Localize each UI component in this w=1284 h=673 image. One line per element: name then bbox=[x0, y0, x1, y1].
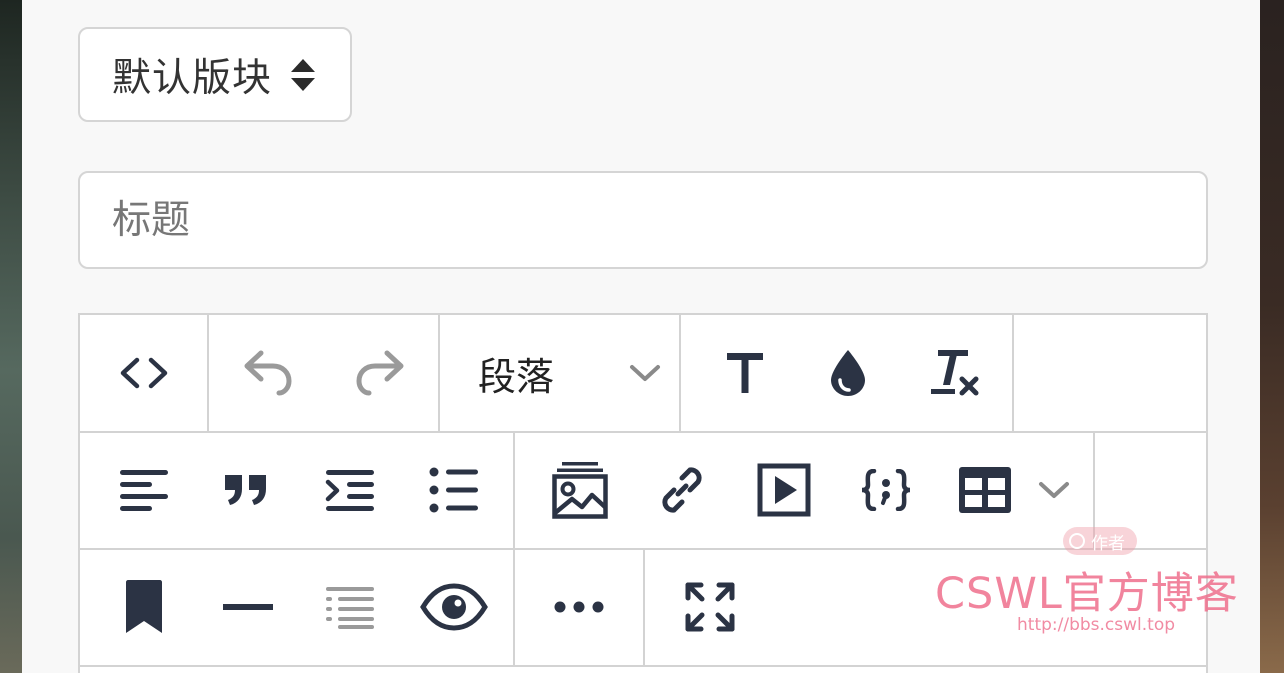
toolbar-group-more bbox=[515, 549, 645, 665]
block-select-label: 默认版块 bbox=[112, 55, 273, 101]
editor-panel: 默认版块 标题 段落 bbox=[22, 0, 1260, 673]
indent-button[interactable] bbox=[294, 432, 406, 548]
horizontal-rule-button[interactable] bbox=[192, 549, 304, 665]
paragraph-dropdown-label: 段落 bbox=[478, 354, 555, 399]
insert-table-button[interactable] bbox=[935, 432, 1035, 548]
clear-format-icon bbox=[928, 347, 980, 399]
paragraph-dropdown[interactable]: 段落 bbox=[440, 315, 681, 431]
redo-button[interactable] bbox=[319, 315, 439, 431]
source-code-button[interactable] bbox=[80, 315, 207, 431]
blockquote-button[interactable] bbox=[190, 432, 302, 548]
insert-image-button[interactable] bbox=[525, 432, 635, 548]
indent-icon bbox=[325, 468, 375, 512]
braces-icon bbox=[860, 469, 912, 511]
align-left-icon bbox=[119, 468, 169, 512]
undo-icon bbox=[243, 347, 295, 399]
toolbar-group-history bbox=[209, 315, 440, 431]
paragraph-dropdown-chevron[interactable] bbox=[610, 315, 680, 431]
chevron-down-icon bbox=[1038, 480, 1070, 500]
insert-video-button[interactable] bbox=[729, 432, 839, 548]
block-select[interactable]: 默认版块 bbox=[78, 27, 352, 122]
insert-code-button[interactable] bbox=[831, 432, 941, 548]
minus-icon bbox=[223, 602, 273, 612]
table-dropdown-button[interactable] bbox=[1023, 432, 1085, 548]
text-color-button[interactable] bbox=[789, 315, 907, 431]
image-icon bbox=[552, 461, 608, 519]
more-button[interactable] bbox=[515, 549, 643, 665]
ellipsis-icon bbox=[554, 601, 604, 613]
bookmark-button[interactable] bbox=[88, 549, 200, 665]
preview-button[interactable] bbox=[398, 549, 510, 665]
expand-icon bbox=[685, 582, 735, 632]
redo-icon bbox=[353, 347, 405, 399]
align-button[interactable] bbox=[88, 432, 200, 548]
toolbar-group-text-style bbox=[681, 315, 1014, 431]
toc-button[interactable] bbox=[294, 549, 406, 665]
color-drop-icon bbox=[828, 348, 868, 398]
table-icon bbox=[957, 465, 1013, 515]
title-input[interactable] bbox=[78, 171, 1208, 269]
chevron-down-icon bbox=[629, 363, 661, 383]
code-icon bbox=[119, 356, 169, 390]
toolbar-group-block-format bbox=[80, 432, 515, 548]
bookmark-icon bbox=[124, 579, 164, 635]
list-icon bbox=[429, 467, 479, 513]
toolbar-group-code bbox=[80, 315, 209, 431]
toolbar-row-2 bbox=[80, 432, 1206, 550]
clear-format-button[interactable] bbox=[895, 315, 1013, 431]
bullet-list-button[interactable] bbox=[398, 432, 510, 548]
toolbar-group-insert bbox=[515, 432, 1095, 548]
eye-icon bbox=[420, 583, 488, 631]
quote-icon bbox=[223, 473, 269, 507]
text-icon bbox=[725, 351, 765, 395]
toolbar-row-3 bbox=[80, 549, 1206, 667]
background-right bbox=[1260, 0, 1284, 673]
fullscreen-button[interactable] bbox=[645, 549, 775, 665]
toolbar-group-misc bbox=[80, 549, 515, 665]
link-icon bbox=[654, 462, 710, 518]
sort-arrows-icon bbox=[290, 58, 316, 92]
video-icon bbox=[757, 463, 811, 517]
background-left bbox=[0, 0, 22, 673]
undo-button[interactable] bbox=[209, 315, 329, 431]
toolbar-row-1: 段落 bbox=[80, 315, 1206, 433]
editor-toolbar: 段落 bbox=[78, 313, 1208, 673]
toc-list-icon bbox=[325, 585, 375, 629]
insert-link-button[interactable] bbox=[627, 432, 737, 548]
